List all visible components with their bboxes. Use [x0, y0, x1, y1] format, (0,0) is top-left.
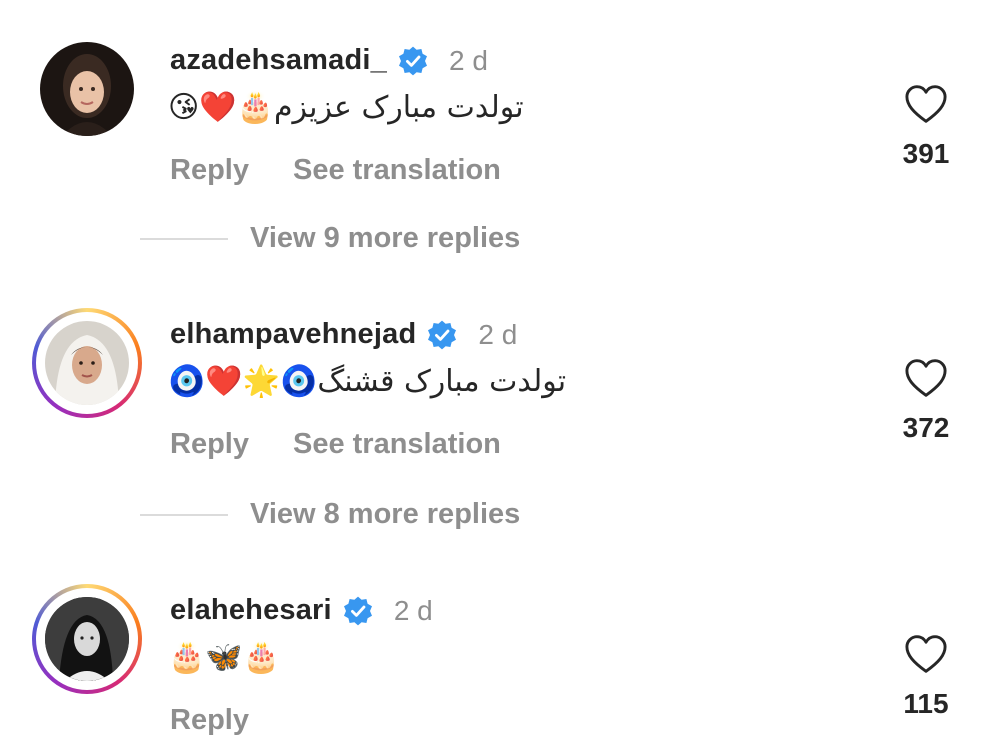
view-more-replies-button[interactable]: View 9 more replies	[140, 222, 520, 255]
comment-actions: Reply	[170, 704, 293, 737]
reply-button[interactable]: Reply	[170, 428, 249, 461]
timestamp: 2 d	[478, 318, 518, 350]
username[interactable]: elhampavehnejad	[170, 318, 416, 351]
comment-actions: Reply See translation	[170, 154, 545, 187]
avatar-photo	[45, 321, 129, 405]
heart-outline-icon[interactable]	[904, 84, 948, 124]
comments-page: azadehsamadi_ 2 d تولدت مبارک عزیزم🎂❤️😘 …	[0, 0, 1000, 750]
comment-text: تولدت مبارک عزیزم🎂❤️😘	[168, 90, 524, 125]
username[interactable]: azadehsamadi_	[170, 44, 387, 77]
heart-outline-icon[interactable]	[904, 358, 948, 398]
avatar-photo	[40, 42, 134, 136]
view-more-replies-button[interactable]: View 8 more replies	[140, 498, 520, 531]
username[interactable]: elahehesari	[170, 594, 332, 627]
comment-text: تولدت مبارک قشنگ🧿🌟❤️🧿	[168, 364, 567, 399]
see-translation-button[interactable]: See translation	[293, 154, 501, 187]
replies-divider	[140, 513, 228, 516]
comment-text: 🎂🦋🎂	[168, 640, 281, 675]
username-row: elhampavehnejad 2 d	[170, 318, 517, 351]
reply-button[interactable]: Reply	[170, 154, 249, 187]
username-row: azadehsamadi_ 2 d	[170, 44, 488, 77]
reply-button[interactable]: Reply	[170, 704, 249, 737]
like-count: 115	[903, 688, 949, 719]
view-replies-label: View 8 more replies	[250, 498, 521, 530]
like-column: 372	[880, 358, 972, 444]
username-row: elahehesari 2 d	[170, 594, 433, 627]
heart-outline-icon[interactable]	[904, 634, 948, 674]
like-column: 115	[880, 634, 972, 720]
verified-badge-icon	[343, 596, 372, 625]
like-count: 391	[902, 138, 950, 169]
timestamp: 2 d	[393, 594, 433, 626]
replies-divider	[140, 237, 228, 240]
avatar[interactable]	[40, 42, 134, 136]
like-count: 372	[902, 412, 950, 443]
avatar[interactable]	[45, 597, 129, 681]
comment-actions: Reply See translation	[170, 428, 545, 461]
avatar[interactable]	[45, 321, 129, 405]
see-translation-button[interactable]: See translation	[293, 428, 501, 461]
verified-badge-icon	[428, 320, 457, 349]
like-column: 391	[880, 84, 972, 170]
verified-badge-icon	[399, 46, 427, 75]
avatar-photo	[45, 597, 129, 681]
timestamp: 2 d	[449, 44, 488, 76]
view-replies-label: View 9 more replies	[250, 222, 521, 254]
